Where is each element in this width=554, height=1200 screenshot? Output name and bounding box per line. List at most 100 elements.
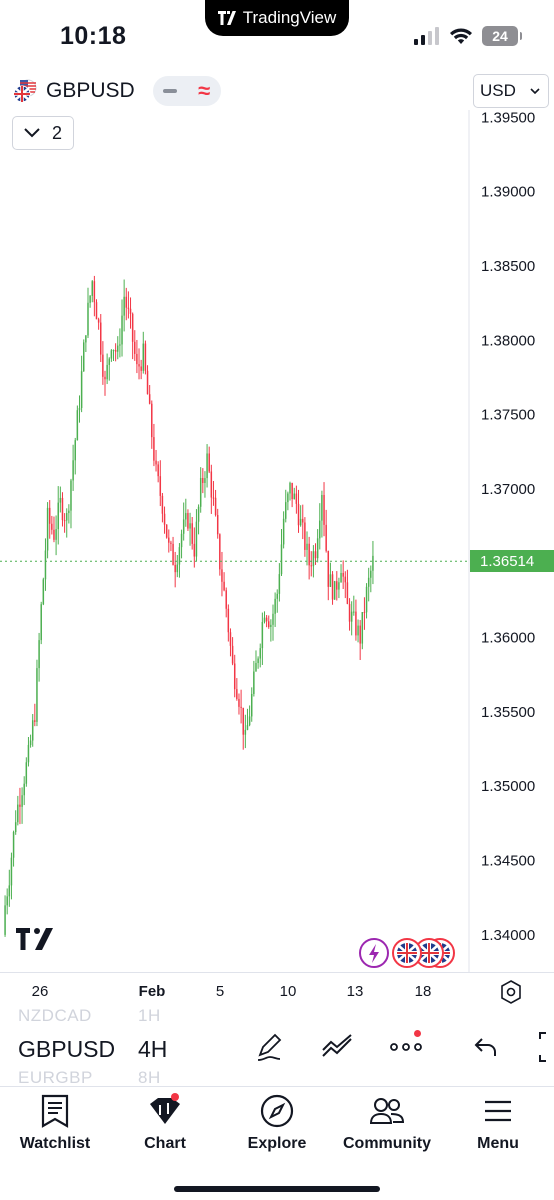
candle-down — [304, 522, 306, 550]
interval-next[interactable]: 8H — [138, 1068, 161, 1088]
candle-down — [144, 343, 147, 371]
candle-up — [12, 832, 15, 858]
tab-label: Explore — [247, 1135, 307, 1152]
candle-down — [136, 353, 138, 365]
tab-community[interactable]: Community — [332, 1093, 442, 1153]
chart-style-toggle[interactable]: ≈ — [152, 76, 221, 106]
events-markers[interactable] — [358, 936, 458, 970]
drawing-tool-button[interactable] — [253, 1030, 287, 1064]
candle-up — [40, 604, 42, 641]
status-time: 10:18 — [60, 22, 127, 50]
candle-up — [278, 574, 281, 594]
candle-up — [321, 494, 323, 521]
tab-menu[interactable]: Menu — [443, 1093, 553, 1153]
price-tick-label: 1.34500 — [481, 853, 535, 870]
candle-down — [214, 497, 217, 516]
candle-down — [229, 632, 232, 646]
candle-up — [10, 857, 13, 886]
candle-down — [51, 523, 53, 530]
tab-chart[interactable]: Chart — [110, 1093, 220, 1153]
tab-watchlist[interactable]: Watchlist — [0, 1093, 110, 1153]
candle-up — [182, 519, 185, 534]
notification-dot — [171, 1093, 179, 1101]
candle-up — [117, 345, 119, 352]
candle-up — [280, 544, 283, 575]
interval-current[interactable]: 4H — [138, 1036, 167, 1063]
notch-app-label: TradingView — [242, 8, 337, 27]
lightning-event-icon — [359, 938, 389, 968]
candle-down — [138, 364, 140, 367]
candle-up — [244, 729, 247, 735]
symbol-header[interactable]: GBPUSD ≈ — [12, 76, 221, 106]
more-tools-button[interactable] — [389, 1030, 423, 1064]
candle-down — [327, 550, 330, 587]
symbol-prev[interactable]: NZDCAD — [18, 1006, 92, 1026]
wave-style-icon[interactable]: ≈ — [198, 80, 210, 102]
line-style-icon[interactable] — [163, 89, 178, 93]
candle-down — [208, 453, 210, 472]
candle-up — [123, 296, 125, 316]
candle-down — [155, 460, 157, 465]
price-tick-label: 1.35000 — [481, 778, 535, 795]
candle-up — [353, 611, 355, 613]
candle-up — [197, 506, 200, 522]
candle-up — [68, 510, 70, 514]
symbol-next[interactable]: EURGBP — [18, 1068, 93, 1088]
price-tick-label: 1.38500 — [481, 258, 535, 275]
candle-up — [253, 671, 255, 694]
candle-down — [212, 497, 215, 499]
candle-up — [338, 582, 340, 590]
home-indicator — [174, 1186, 380, 1192]
candle-up — [23, 783, 25, 796]
candle-up — [4, 905, 6, 935]
candle-up — [21, 795, 23, 807]
uk-event-icon — [392, 938, 422, 968]
bottom-tab-bar: Watchlist Chart Explore Community Menu — [0, 1086, 554, 1200]
candle-up — [110, 350, 113, 359]
currency-selector[interactable]: USD — [473, 74, 549, 108]
candle-down — [291, 482, 293, 500]
chart-settings-icon[interactable] — [497, 978, 525, 1006]
candle-down — [153, 437, 155, 461]
candle-up — [312, 551, 315, 567]
candle-down — [267, 621, 270, 627]
candle-up — [6, 896, 8, 906]
candle-up — [195, 521, 198, 557]
candle-down — [210, 471, 213, 498]
candle-up — [36, 668, 38, 722]
candle-up — [261, 621, 264, 649]
candle-up — [57, 502, 59, 530]
price-chart[interactable]: 1.39500 1.39000 1.38500 1.38000 1.37500 1.370… — [0, 110, 554, 972]
candle-down — [63, 520, 66, 522]
fullscreen-button[interactable] — [530, 1030, 554, 1064]
candle-up — [246, 725, 249, 730]
candle-up — [282, 518, 285, 545]
hamburger-menu-icon — [485, 1100, 511, 1122]
symbol-name[interactable]: GBPUSD — [46, 79, 135, 103]
candle-down — [102, 354, 104, 377]
candle-down — [151, 403, 153, 438]
candle-up — [85, 335, 87, 343]
candle-up — [263, 617, 266, 622]
candle-up — [87, 302, 89, 336]
price-tick-label: 1.39500 — [481, 110, 535, 126]
indicators-tool-button[interactable] — [321, 1030, 355, 1064]
candle-up — [189, 523, 191, 529]
candle-down — [223, 581, 225, 591]
candle-down — [227, 608, 230, 633]
candle-down — [342, 572, 344, 577]
more-dots-icon — [390, 1043, 422, 1051]
candle-up — [78, 408, 81, 411]
tab-label: Community — [343, 1135, 431, 1152]
candle-down — [129, 308, 132, 314]
candle-up — [176, 564, 179, 573]
candle-up — [29, 740, 32, 745]
time-axis[interactable]: 26 Feb 5 10 13 18 — [0, 972, 554, 1008]
tab-explore[interactable]: Explore — [222, 1093, 332, 1153]
interval-prev[interactable]: 1H — [138, 1006, 161, 1026]
community-icon — [369, 1098, 405, 1124]
symbol-current[interactable]: GBPUSD — [18, 1036, 115, 1063]
undo-button[interactable] — [469, 1030, 503, 1064]
candle-up — [17, 804, 19, 823]
signal-icon — [414, 27, 439, 45]
